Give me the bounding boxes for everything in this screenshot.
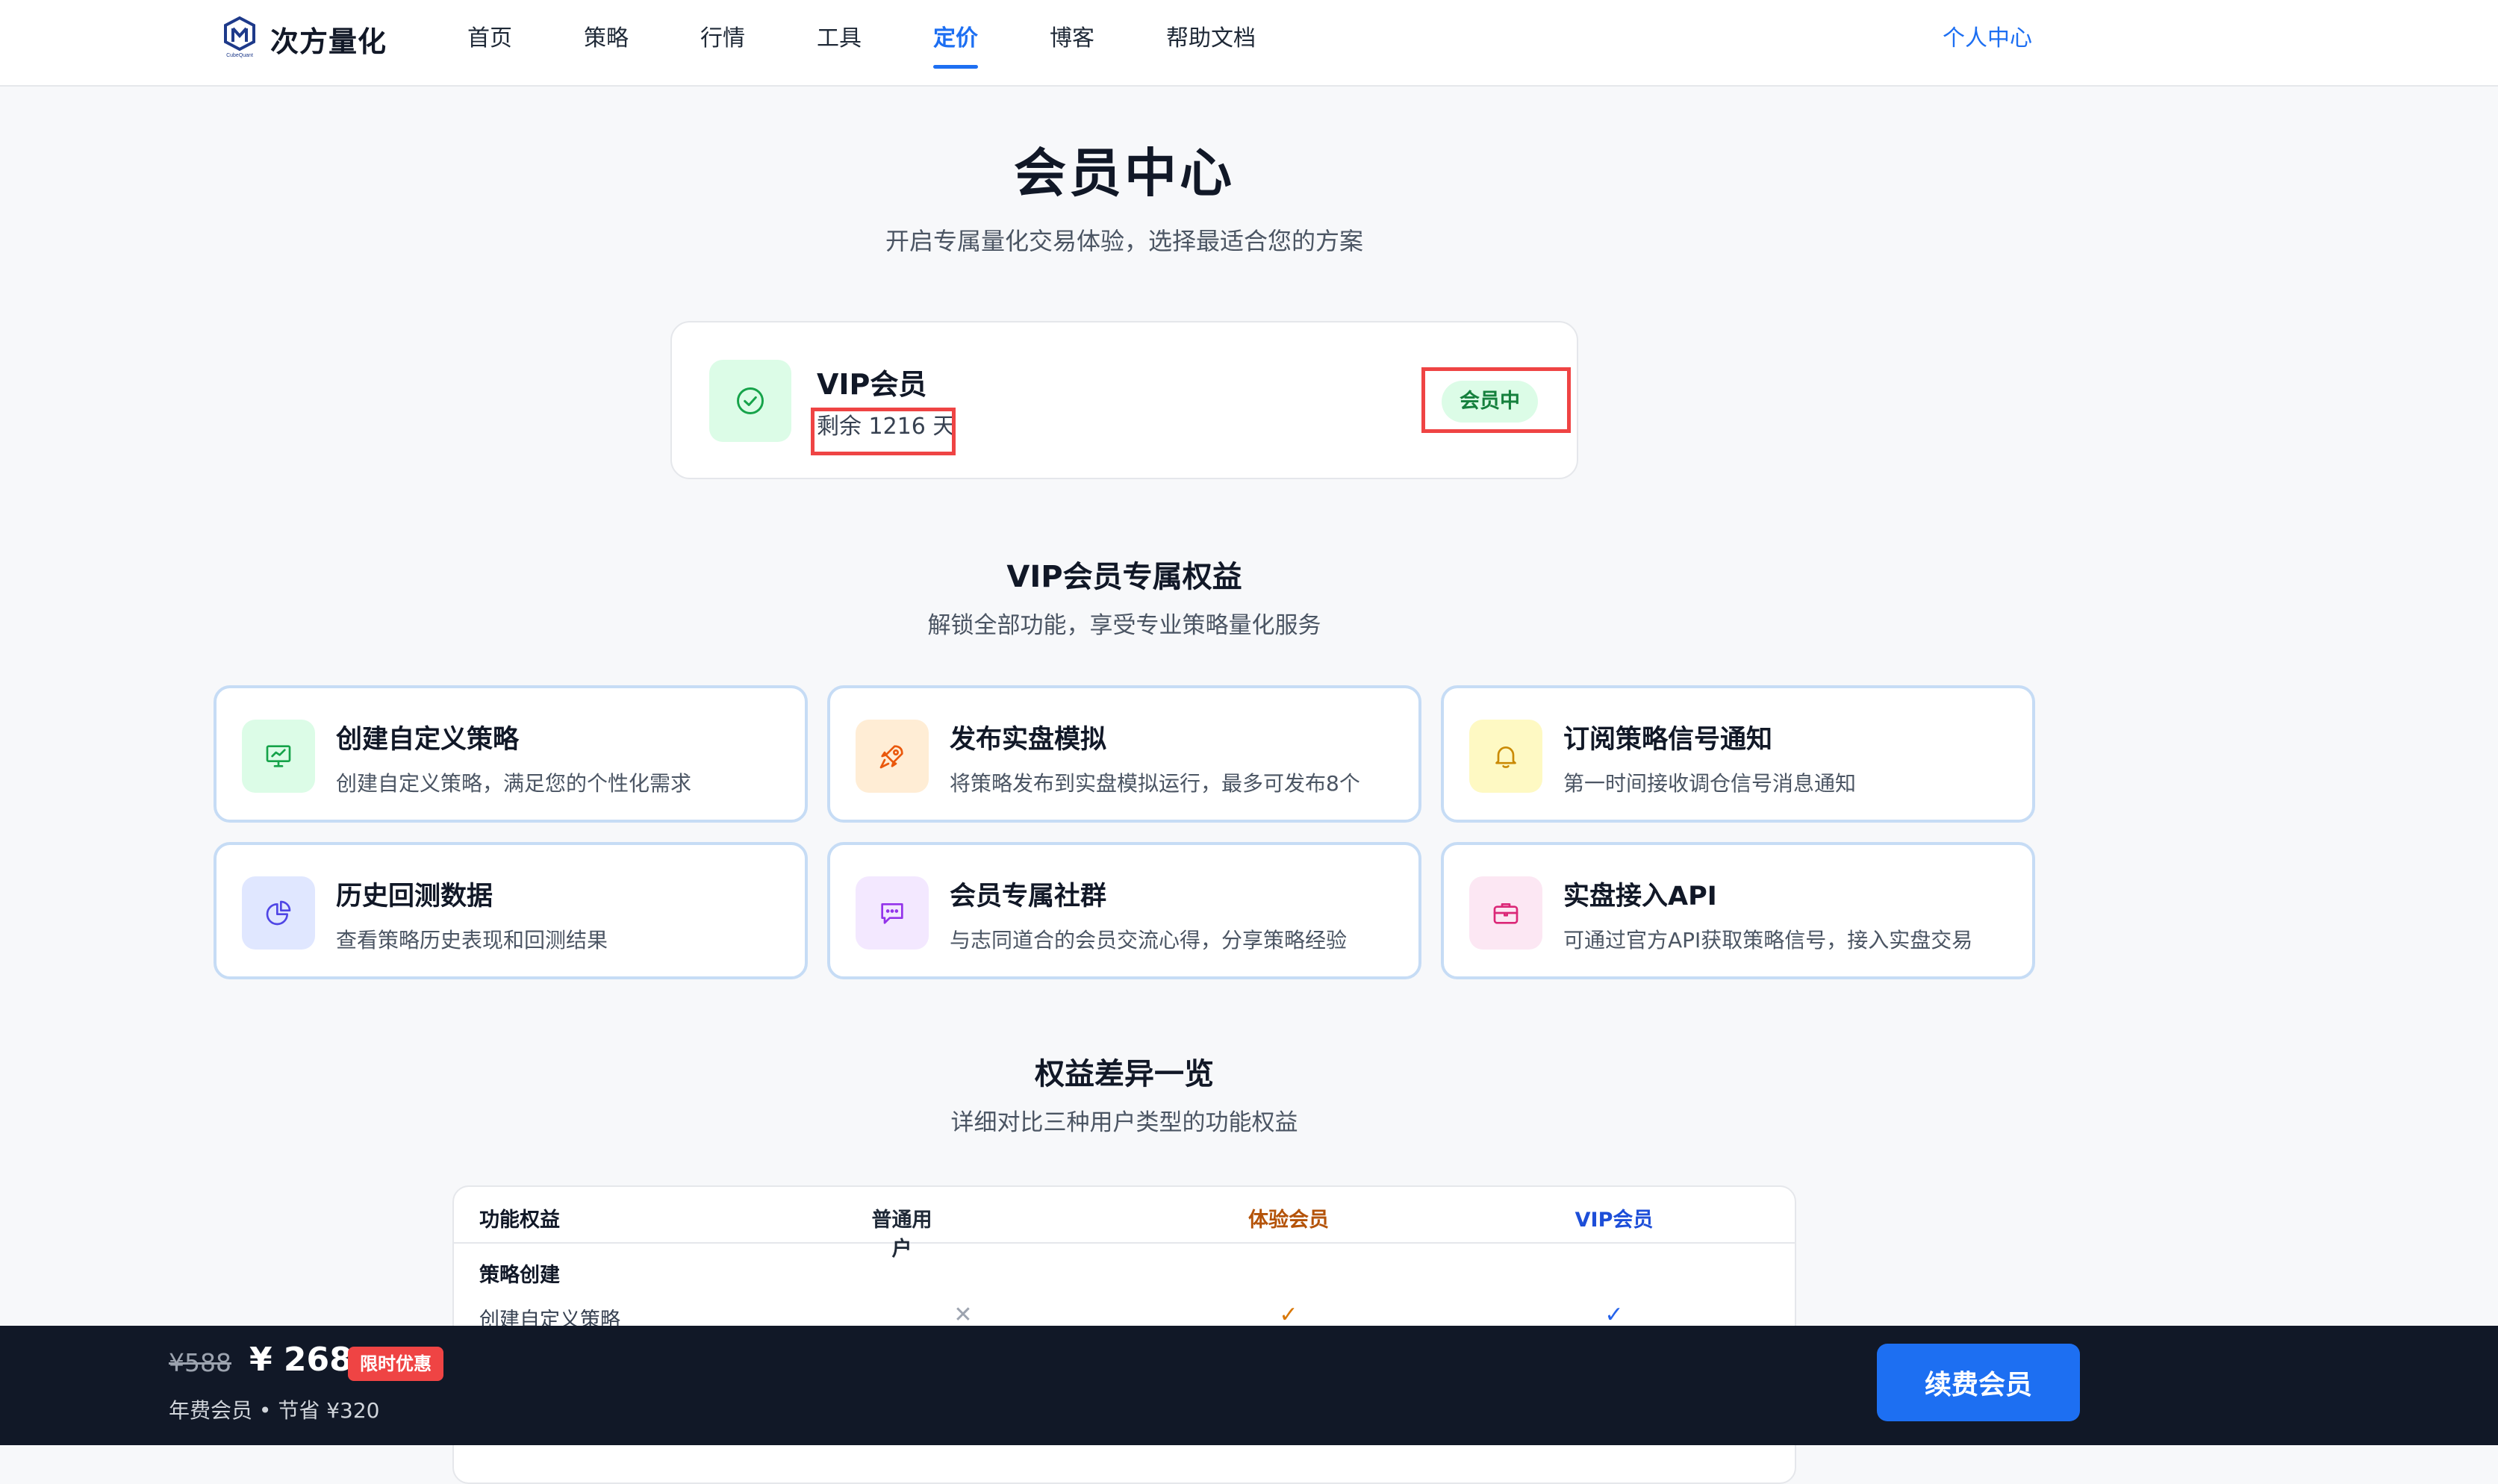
check-icon: ✓ bbox=[1279, 1302, 1298, 1328]
top-navigation-bar: CubeQuant 次方量化 首页 策略 行情 工具 定价 博客 帮助文档 个人… bbox=[0, 0, 2498, 87]
svg-text:CubeQuant: CubeQuant bbox=[226, 53, 253, 58]
comparison-title: 权益差异一览 bbox=[1035, 1057, 1214, 1091]
purchase-bar: ¥588 ¥ 268 限时优惠 年费会员 • 节省 ¥320 续费会员 bbox=[0, 1326, 2498, 1445]
check-icon: ✓ bbox=[1604, 1302, 1624, 1328]
benefit-desc: 创建自定义策略，满足您的个性化需求 bbox=[336, 771, 692, 796]
nav-pricing[interactable]: 定价 bbox=[933, 0, 978, 87]
table-group-label: 策略创建 bbox=[479, 1264, 560, 1287]
benefit-card-backtest-data[interactable]: 历史回测数据 查看策略历史表现和回测结果 bbox=[214, 842, 808, 979]
nav-strategies[interactable]: 策略 bbox=[584, 0, 629, 87]
membership-status-badge: 会员中 bbox=[1442, 381, 1538, 423]
benefit-title: 订阅策略信号通知 bbox=[1563, 725, 1773, 755]
original-price: ¥588 bbox=[169, 1348, 231, 1377]
benefit-title: 实盘接入API bbox=[1563, 882, 1717, 911]
benefit-title: 会员专属社群 bbox=[950, 882, 1107, 911]
benefit-desc: 将策略发布到实盘模拟运行，最多可发布8个 bbox=[950, 771, 1360, 796]
cross-icon: ✕ bbox=[953, 1302, 973, 1328]
benefit-card-custom-strategy[interactable]: 创建自定义策略 创建自定义策略，满足您的个性化需求 bbox=[214, 685, 808, 823]
chat-bubble-icon bbox=[881, 903, 903, 924]
nav-blog[interactable]: 博客 bbox=[1050, 0, 1094, 87]
check-circle-icon bbox=[737, 387, 764, 414]
benefits-subtitle: 解锁全部功能，享受专业策略量化服务 bbox=[927, 612, 1321, 639]
benefit-desc: 第一时间接收调仓信号消息通知 bbox=[1563, 771, 1857, 796]
column-header-trial-member: 体验会员 bbox=[1248, 1209, 1329, 1232]
benefit-icon-box bbox=[1469, 876, 1542, 950]
comparison-table-header: 功能权益 普通用户 体验会员 VIP会员 bbox=[454, 1187, 1795, 1261]
benefit-title: 创建自定义策略 bbox=[336, 725, 520, 755]
brand-name: 次方量化 bbox=[270, 25, 387, 58]
main-nav: 首页 策略 行情 工具 定价 博客 帮助文档 bbox=[467, 0, 1327, 87]
benefit-icon-box bbox=[242, 720, 315, 793]
plan-savings-note: 年费会员 • 节省 ¥320 bbox=[169, 1398, 380, 1423]
membership-icon-box bbox=[709, 360, 791, 442]
benefit-icon-box bbox=[856, 720, 929, 793]
column-header-normal-user: 普通用户 bbox=[871, 1209, 932, 1261]
bell-icon bbox=[1495, 746, 1516, 768]
benefit-icon-box bbox=[242, 876, 315, 950]
benefit-card-member-community[interactable]: 会员专属社群 与志同道合的会员交流心得，分享策略经验 bbox=[827, 842, 1421, 979]
benefits-title: VIP会员专属权益 bbox=[1006, 560, 1242, 594]
page-subtitle: 开启专属量化交易体验，选择最适合您的方案 bbox=[885, 227, 1363, 255]
nav-help-docs[interactable]: 帮助文档 bbox=[1166, 0, 1256, 87]
promo-badge: 限时优惠 bbox=[348, 1347, 443, 1381]
nav-market[interactable]: 行情 bbox=[700, 0, 745, 87]
membership-remaining-days: 剩余 1216 天 bbox=[817, 414, 956, 440]
presentation-chart-icon bbox=[266, 745, 291, 767]
benefit-icon-box bbox=[856, 876, 929, 950]
page-title: 会员中心 bbox=[1014, 143, 1235, 204]
rocket-icon bbox=[879, 745, 903, 769]
briefcase-icon bbox=[1493, 903, 1519, 924]
benefit-icon-box bbox=[1469, 720, 1542, 793]
pie-chart-icon bbox=[266, 900, 291, 926]
benefit-title: 历史回测数据 bbox=[336, 882, 493, 911]
current-price: ¥ 268 bbox=[249, 1341, 352, 1379]
benefit-card-signal-notification[interactable]: 订阅策略信号通知 第一时间接收调仓信号消息通知 bbox=[1441, 685, 2035, 823]
benefit-card-live-api[interactable]: 实盘接入API 可通过官方API获取策略信号，接入实盘交易 bbox=[1441, 842, 2035, 979]
user-center-link[interactable]: 个人中心 bbox=[1943, 0, 2032, 78]
column-header-feature: 功能权益 bbox=[479, 1209, 560, 1232]
column-header-vip-member: VIP会员 bbox=[1575, 1209, 1654, 1232]
brand-logo[interactable]: CubeQuant 次方量化 bbox=[219, 15, 387, 63]
nav-tools[interactable]: 工具 bbox=[817, 0, 862, 87]
membership-name: VIP会员 bbox=[817, 368, 927, 401]
benefit-desc: 可通过官方API获取策略信号，接入实盘交易 bbox=[1563, 928, 1973, 953]
benefit-desc: 与志同道合的会员交流心得，分享策略经验 bbox=[950, 928, 1348, 953]
benefit-desc: 查看策略历史表现和回测结果 bbox=[336, 928, 608, 953]
renew-membership-button[interactable]: 续费会员 bbox=[1877, 1344, 2080, 1421]
benefit-card-live-simulation[interactable]: 发布实盘模拟 将策略发布到实盘模拟运行，最多可发布8个 bbox=[827, 685, 1421, 823]
nav-home[interactable]: 首页 bbox=[467, 0, 512, 87]
benefits-grid: 创建自定义策略 创建自定义策略，满足您的个性化需求 发布实盘模拟 将策略发布到实… bbox=[214, 685, 2037, 979]
cube-logo-icon: CubeQuant bbox=[224, 16, 255, 58]
benefit-title: 发布实盘模拟 bbox=[950, 725, 1107, 755]
comparison-subtitle: 详细对比三种用户类型的功能权益 bbox=[950, 1109, 1298, 1136]
membership-status-card: VIP会员 剩余 1216 天 会员中 bbox=[670, 321, 1578, 479]
